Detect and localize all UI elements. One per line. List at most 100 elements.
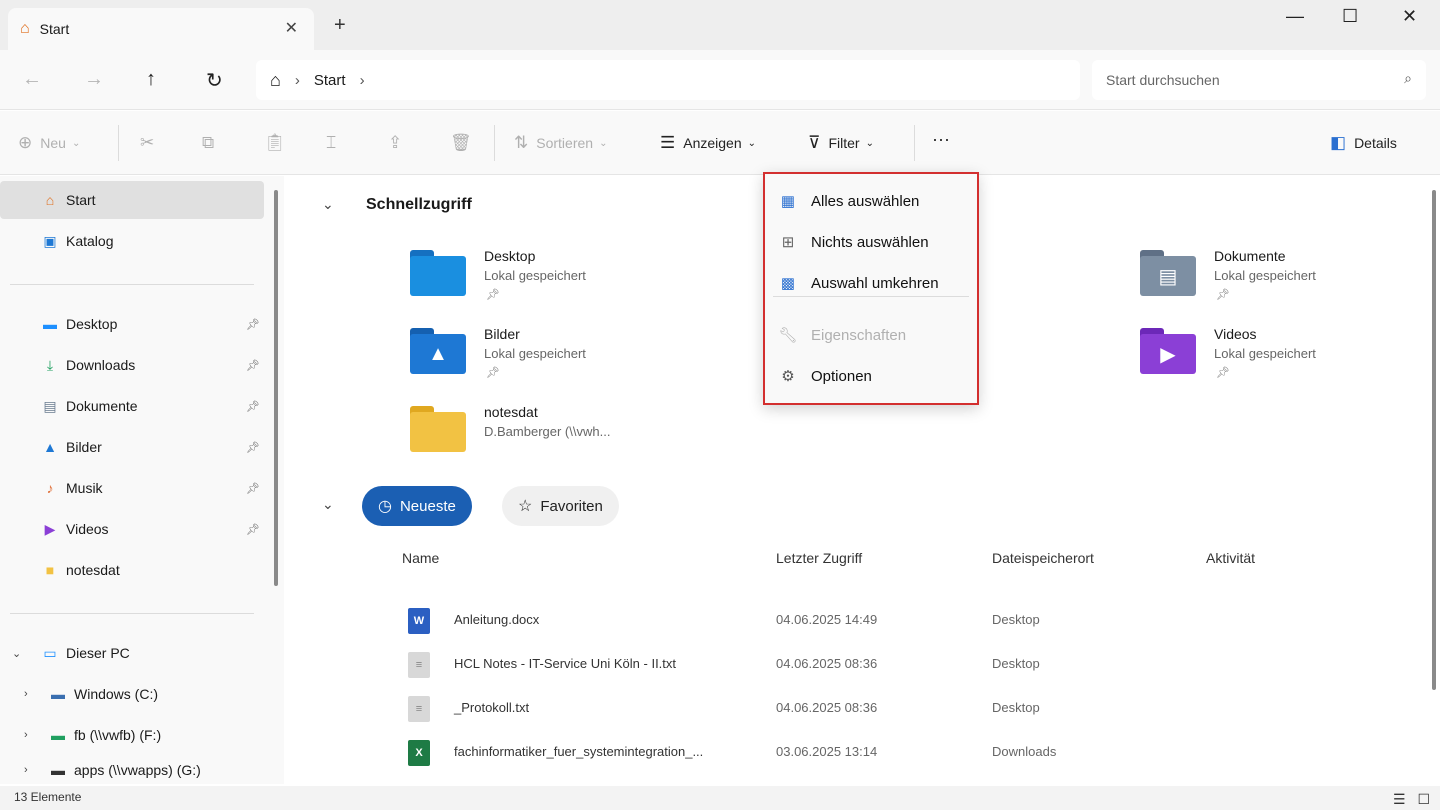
menu-item-select-none[interactable]: ⊞ Nichts auswählen: [765, 223, 977, 261]
chevron-down-icon: ⌄: [599, 137, 608, 149]
content-scrollbar[interactable]: [1432, 190, 1436, 690]
sidebar-item-bilder[interactable]: ▲ Bilder 📌︎: [0, 428, 264, 466]
excel-file-icon: X: [408, 740, 430, 766]
file-location: Desktop: [992, 656, 1040, 671]
up-button[interactable]: ↑: [146, 68, 156, 91]
minimize-button[interactable]: —: [1286, 6, 1304, 27]
tab-recent[interactable]: ◷ Neueste: [362, 486, 472, 526]
sidebar-item-katalog[interactable]: ▣ Katalog: [0, 222, 264, 260]
sidebar-item-label: apps (\\vwapps) (G:): [74, 762, 201, 778]
menu-item-options[interactable]: ⚙ Optionen: [765, 357, 977, 395]
table-row[interactable]: ≡ _Protokoll.txt 04.06.2025 08:36 Deskto…: [284, 686, 1424, 730]
sidebar-item-videos[interactable]: ▶ Videos 📌︎: [0, 510, 264, 548]
collapse-quick-access-icon[interactable]: ⌄: [322, 196, 334, 213]
clipboard-icon: 📋︎: [264, 133, 286, 152]
chevron-right-icon[interactable]: ›: [24, 764, 28, 776]
cut-button[interactable]: ✂: [140, 133, 162, 153]
filter-button[interactable]: ⊽ Filter ⌄: [808, 133, 874, 153]
navigation-bar: ← → ↑ ↻ ⌂ › Start › Start durchsuchen ⌕: [0, 50, 1440, 110]
quick-access-notesdat[interactable]: notesdat D.Bamberger (\\vwh...: [410, 398, 690, 468]
breadcrumb-start[interactable]: Start: [314, 72, 346, 89]
table-row[interactable]: W Anleitung.docx 04.06.2025 14:49 Deskto…: [284, 598, 1424, 642]
home-icon[interactable]: ⌂: [270, 70, 281, 91]
column-header-last-access[interactable]: Letzter Zugriff: [776, 550, 862, 566]
delete-button[interactable]: 🗑︎: [450, 133, 480, 153]
column-header-location[interactable]: Dateispeicherort: [992, 550, 1094, 566]
pin-icon[interactable]: 📌︎: [246, 318, 260, 331]
details-view-icon[interactable]: ☰: [1393, 791, 1406, 807]
pin-icon[interactable]: 📌︎: [246, 400, 260, 413]
sidebar-item-drive-f[interactable]: › ▬ fb (\\vwfb) (F:): [0, 716, 264, 754]
menu-item-properties[interactable]: 🔧︎ Eigenschaften: [765, 316, 977, 354]
close-window-button[interactable]: ✕: [1402, 6, 1417, 27]
copy-button[interactable]: ⧉: [202, 133, 222, 153]
maximize-button[interactable]: ☐: [1342, 6, 1358, 27]
pin-icon[interactable]: 📌︎: [246, 359, 260, 372]
chevron-right-icon[interactable]: ›: [24, 729, 28, 741]
search-input[interactable]: Start durchsuchen ⌕: [1092, 60, 1426, 100]
videos-folder-icon: ▶: [1140, 328, 1196, 374]
sort-icon: ⇅: [514, 133, 529, 152]
new-button[interactable]: ⊕ Neu ⌄: [18, 133, 80, 153]
tab-favorites[interactable]: ☆ Favoriten: [502, 486, 619, 526]
refresh-button[interactable]: ↻: [206, 68, 223, 93]
sidebar-item-desktop[interactable]: ▬ Desktop 📌︎: [0, 305, 264, 343]
column-header-name[interactable]: Name: [402, 550, 439, 566]
documents-folder-icon: ▤: [1140, 250, 1196, 296]
quick-access-header[interactable]: Schnellzugriff: [366, 196, 472, 214]
chevron-right-icon[interactable]: ›: [24, 688, 28, 700]
file-date: 04.06.2025 08:36: [776, 656, 878, 671]
sidebar-item-dokumente[interactable]: ▤ Dokumente 📌︎: [0, 387, 264, 425]
tab-start[interactable]: ⌂ Start ✕: [8, 8, 314, 50]
menu-item-label: Auswahl umkehren: [811, 274, 939, 292]
chevron-down-icon[interactable]: ⌄: [12, 647, 21, 660]
sidebar-item-downloads[interactable]: ⤓ Downloads 📌︎: [0, 346, 264, 384]
sidebar-item-start[interactable]: ⌂ Start: [0, 181, 264, 219]
download-icon: ⤓: [46, 356, 54, 373]
pin-icon[interactable]: 📌︎: [246, 482, 260, 495]
rename-button[interactable]: ⌶: [326, 133, 344, 153]
forward-button[interactable]: →: [84, 68, 104, 91]
quick-access-desktop[interactable]: Desktop Lokal gespeichert 📌︎: [410, 242, 690, 312]
sidebar-item-drive-c[interactable]: › ▬ Windows (C:): [0, 675, 264, 713]
breadcrumb-chevron-icon[interactable]: ›: [295, 72, 300, 89]
address-bar[interactable]: ⌂ › Start ›: [256, 60, 1080, 100]
scissors-icon: ✂: [140, 133, 155, 152]
sidebar-scrollbar[interactable]: [274, 190, 278, 586]
details-button[interactable]: ◧ Details: [1330, 133, 1397, 153]
pin-icon[interactable]: 📌︎: [246, 441, 260, 454]
home-icon: ⌂: [45, 192, 55, 208]
select-all-icon: ▦: [780, 193, 796, 210]
sidebar-item-drive-g[interactable]: › ▬ apps (\\vwapps) (G:): [0, 757, 264, 783]
close-tab-icon[interactable]: ✕: [285, 18, 298, 38]
column-header-activity[interactable]: Aktivität: [1206, 550, 1255, 566]
paste-button[interactable]: 📋︎: [264, 133, 294, 153]
sidebar-item-notesdat[interactable]: ■ notesdat: [0, 551, 264, 589]
sidebar-item-this-pc[interactable]: ⌄ ▭ Dieser PC: [0, 634, 264, 672]
collapse-recent-icon[interactable]: ⌄: [322, 496, 334, 513]
more-options-button[interactable]: ···: [932, 129, 950, 150]
quick-access-dokumente[interactable]: ▤ Dokumente Lokal gespeichert 📌︎: [1140, 242, 1420, 312]
new-label: Neu: [40, 135, 66, 151]
file-date: 04.06.2025 08:36: [776, 700, 878, 715]
pin-icon[interactable]: 📌︎: [246, 523, 260, 536]
back-button[interactable]: ←: [22, 68, 42, 91]
menu-item-label: Alles auswählen: [811, 192, 920, 210]
new-tab-button[interactable]: +: [334, 14, 346, 37]
table-row[interactable]: ≡ HCL Notes - IT-Service Uni Köln - II.t…: [284, 642, 1424, 686]
share-button[interactable]: ⇪: [388, 133, 410, 153]
pictures-icon: ▲: [43, 439, 57, 455]
tab-recent-label: Neueste: [399, 497, 456, 515]
table-row[interactable]: X fachinformatiker_fuer_systemintegratio…: [284, 730, 1424, 774]
gear-icon: ⚙: [781, 368, 795, 385]
quick-access-bilder[interactable]: ▲ Bilder Lokal gespeichert 📌︎: [410, 320, 690, 390]
sort-button[interactable]: ⇅ Sortieren ⌄: [514, 133, 607, 153]
tiles-view-icon[interactable]: ☐: [1417, 791, 1430, 807]
view-label: Anzeigen: [683, 135, 742, 151]
quick-access-videos[interactable]: ▶ Videos Lokal gespeichert 📌︎: [1140, 320, 1420, 390]
sidebar-item-musik[interactable]: ♪ Musik 📌︎: [0, 469, 264, 507]
breadcrumb-chevron-icon[interactable]: ›: [360, 72, 365, 89]
chevron-down-icon: ⌄: [747, 137, 757, 149]
menu-item-select-all[interactable]: ▦ Alles auswählen: [765, 182, 977, 220]
view-button[interactable]: ☰ Anzeigen ⌄: [660, 133, 756, 153]
